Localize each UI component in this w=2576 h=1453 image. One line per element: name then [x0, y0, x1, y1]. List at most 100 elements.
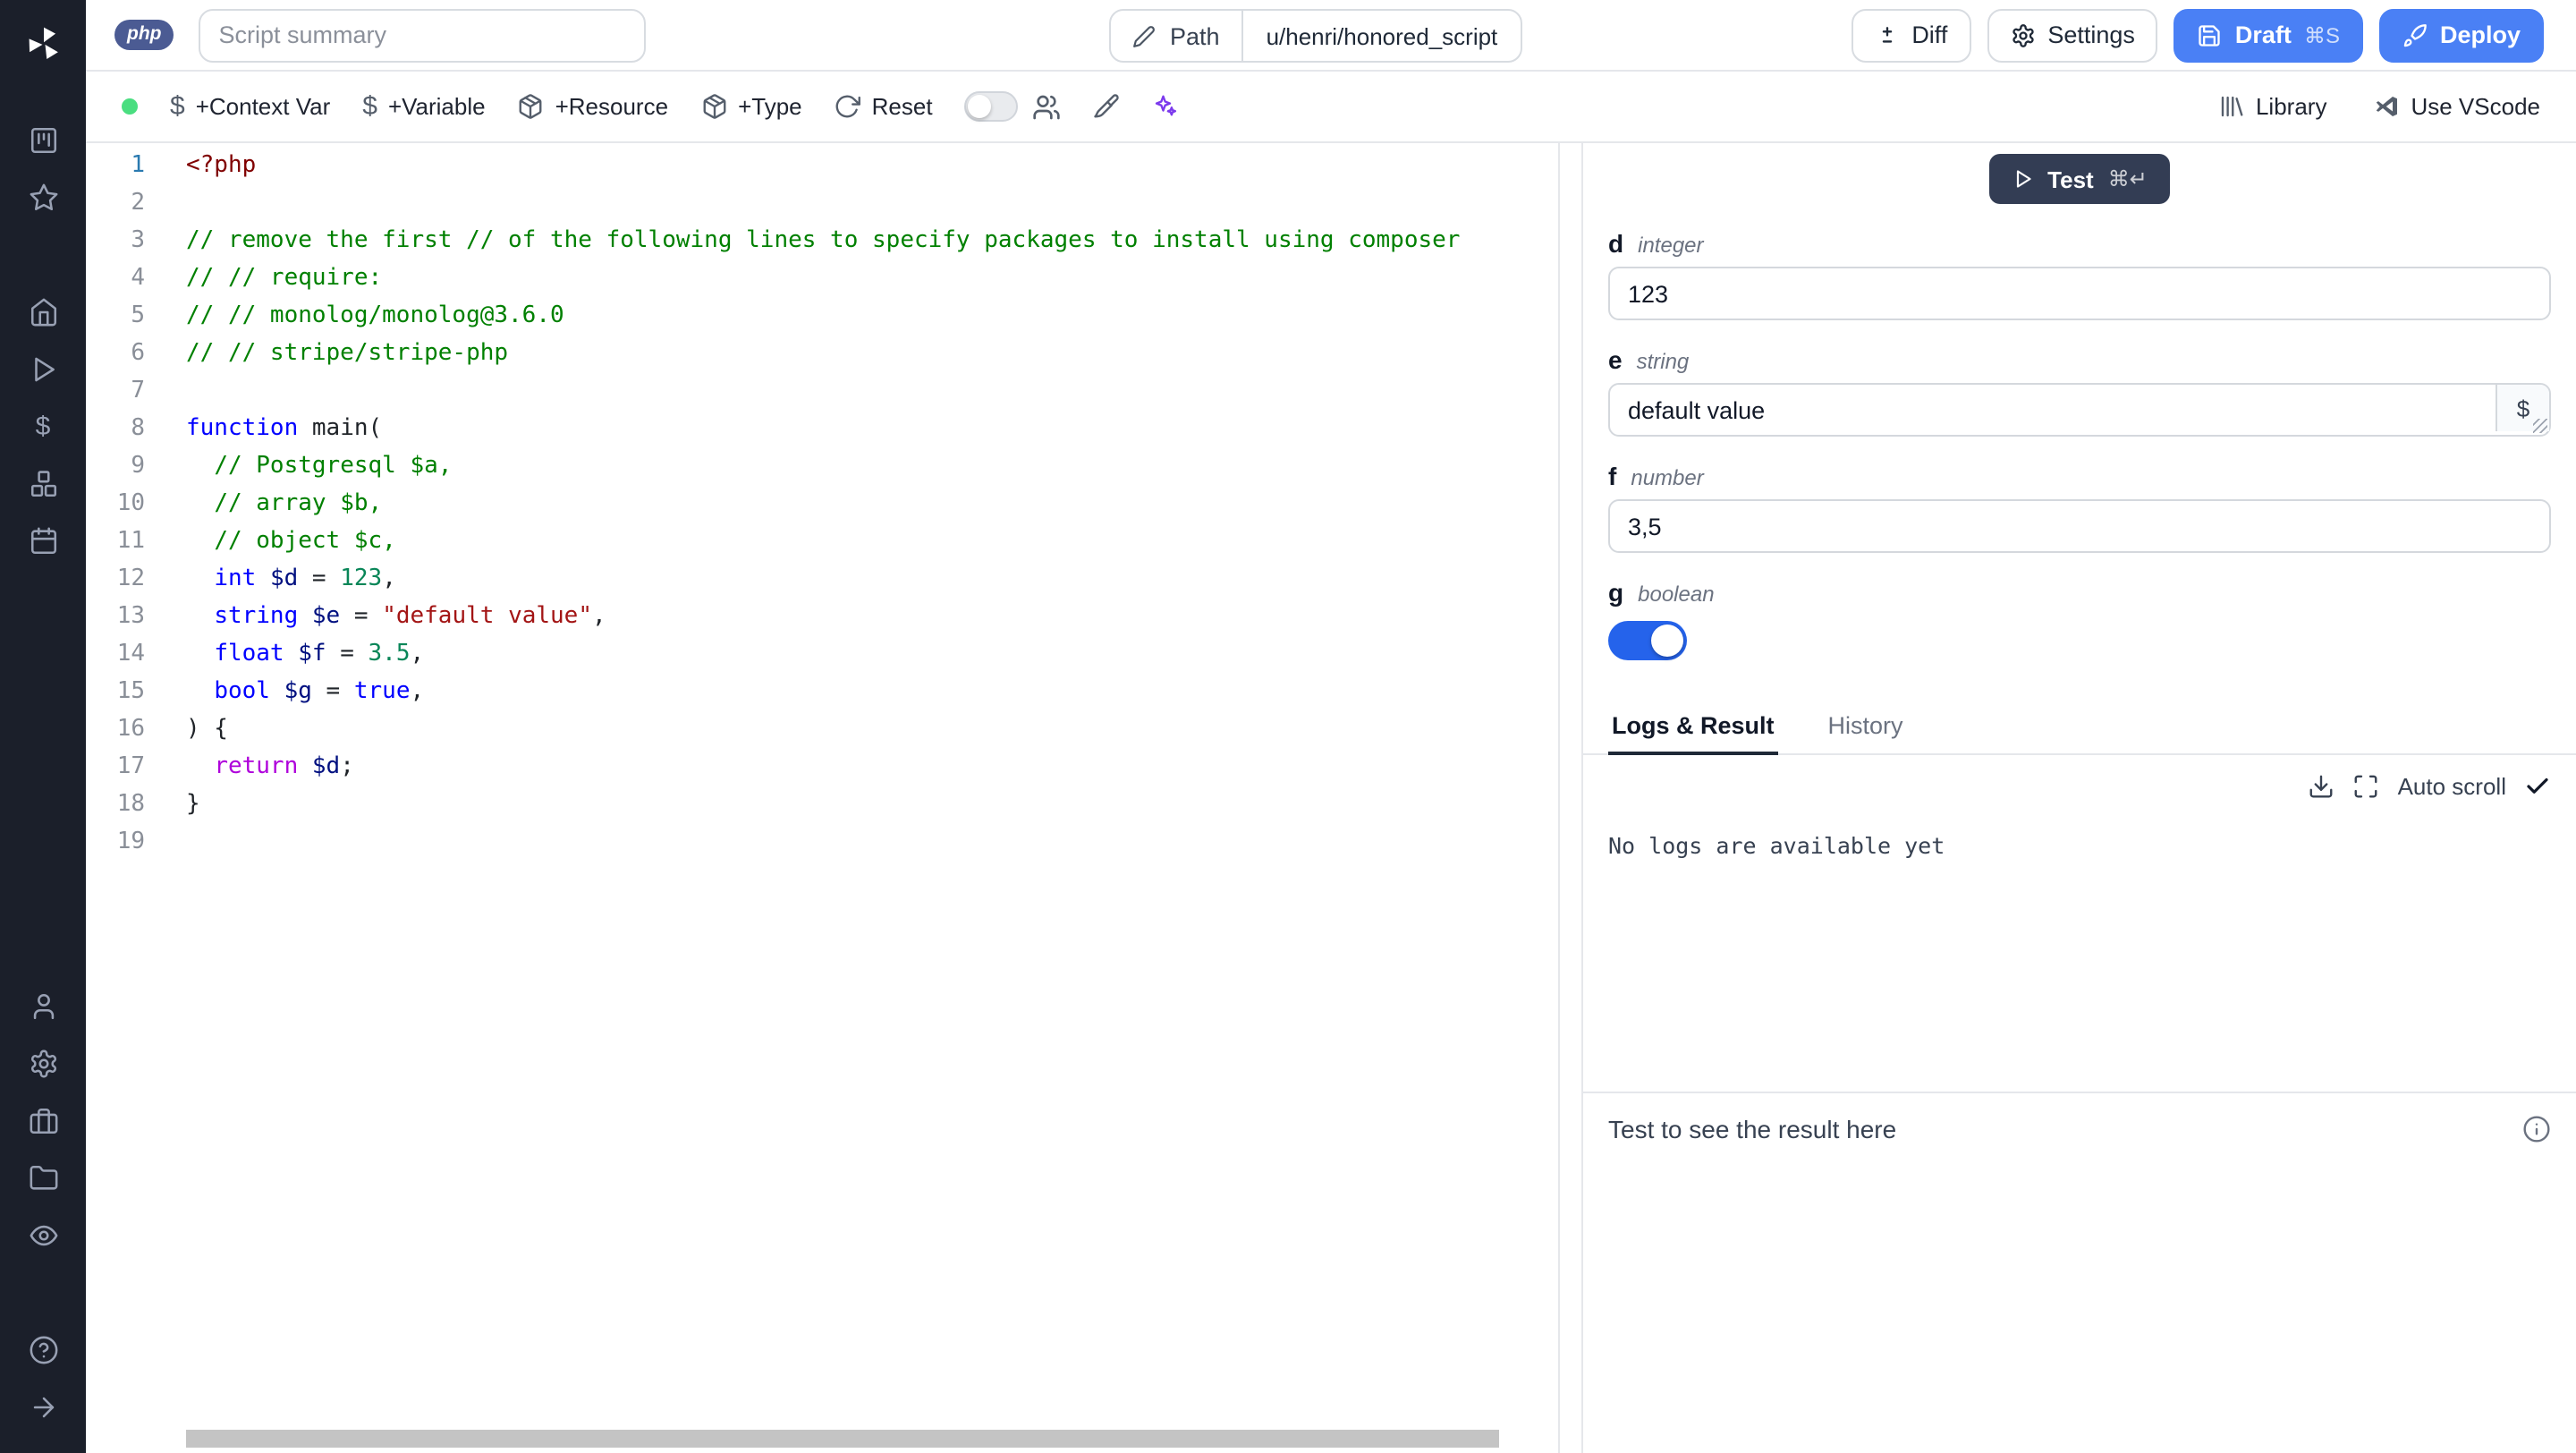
check-icon[interactable] — [2524, 773, 2551, 800]
use-vscode-button[interactable]: Use VScode — [2373, 93, 2540, 120]
ai-assistant-button[interactable] — [1153, 93, 1180, 120]
multiplayer-toggle[interactable] — [964, 91, 1019, 122]
package-icon — [700, 93, 727, 120]
folder-icon — [28, 1162, 58, 1193]
sidebar-item-kanban[interactable] — [13, 111, 73, 168]
field-name: d — [1608, 229, 1624, 258]
logs-toolbar: Auto scroll — [1608, 773, 2551, 800]
draft-button[interactable]: Draft ⌘S — [2174, 8, 2363, 62]
kanban-icon — [28, 124, 58, 155]
download-icon[interactable] — [2309, 773, 2335, 800]
sidebar-item-resources[interactable] — [13, 455, 73, 512]
sidebar-item-home[interactable] — [13, 283, 73, 340]
home-icon — [28, 296, 58, 327]
sidebar-item-schedules[interactable] — [13, 512, 73, 569]
field-d-input[interactable] — [1608, 267, 2551, 320]
sidebar-item-settings[interactable] — [13, 1034, 73, 1092]
sidebar-item-favorites[interactable] — [13, 168, 73, 225]
field-f-input[interactable] — [1608, 499, 2551, 553]
diff-icon — [1874, 22, 1899, 47]
add-resource-label: +Resource — [555, 93, 669, 120]
gear-icon — [28, 1048, 58, 1078]
maximize-icon[interactable] — [2353, 773, 2380, 800]
status-dot — [122, 98, 138, 115]
result-section: Test to see the result here — [1583, 1092, 2576, 1453]
result-tabs: Logs & Result History — [1583, 703, 2576, 755]
library-button[interactable]: Library — [2218, 93, 2327, 120]
toolbar-right: Library Use VScode — [2218, 93, 2540, 120]
pencil-icon — [1132, 24, 1156, 47]
sidebar-item-runs[interactable] — [13, 340, 73, 397]
auto-scroll-label[interactable]: Auto scroll — [2398, 773, 2506, 800]
sidebar-item-workers[interactable] — [13, 1092, 73, 1149]
library-label: Library — [2255, 93, 2327, 120]
deploy-button[interactable]: Deploy — [2378, 8, 2544, 62]
deploy-label: Deploy — [2439, 21, 2521, 48]
star-icon — [28, 182, 58, 212]
horizontal-scrollbar-thumb[interactable] — [186, 1430, 1499, 1448]
panel-resizer[interactable] — [1560, 143, 1581, 1453]
code-editor[interactable]: 1 2 3 4 5 6 7 8 9 10 11 12 13 14 15 16 17 18 19 <?php // r… — [86, 143, 1560, 1453]
tab-logs-result[interactable]: Logs & Result — [1608, 703, 1778, 755]
path-value: u/henri/honored_script — [1241, 11, 1521, 61]
resize-handle[interactable] — [2533, 419, 2547, 433]
add-variable-label: +Variable — [387, 93, 486, 120]
sidebar-item-variables[interactable]: $ — [13, 397, 73, 455]
path-edit: Path — [1111, 11, 1241, 61]
dollar-icon: $ — [170, 91, 185, 122]
field-g-toggle[interactable] — [1608, 621, 1687, 660]
line-numbers: 1 2 3 4 5 6 7 8 9 10 11 12 13 14 15 16 17 18 19 — [116, 152, 145, 855]
toggle-knob — [1651, 625, 1683, 657]
field-name: g — [1608, 578, 1624, 607]
field-name: f — [1608, 462, 1617, 490]
format-code-button[interactable] — [1094, 93, 1121, 120]
sidebar-expand-button[interactable] — [13, 1378, 73, 1435]
editor-toolbar: $ +Context Var $ +Variable +Resource +Ty… — [86, 72, 2576, 143]
field-e-input[interactable] — [1608, 383, 2551, 437]
field-f: f number — [1608, 437, 2551, 553]
play-icon — [2012, 168, 2033, 190]
field-type: number — [1631, 465, 1704, 490]
run-panel: Test ⌘↵ d integer e string — [1581, 143, 2576, 1453]
add-type-label: +Type — [738, 93, 802, 120]
settings-label: Settings — [2047, 21, 2135, 48]
settings-button[interactable]: Settings — [1987, 8, 2158, 62]
diff-button[interactable]: Diff — [1851, 8, 1971, 62]
rocket-icon — [2402, 22, 2428, 47]
dollar-icon: $ — [35, 411, 51, 441]
sidebar-item-help[interactable] — [13, 1321, 73, 1378]
sidebar-item-users[interactable] — [13, 977, 73, 1034]
play-icon — [28, 353, 58, 384]
field-d: d integer — [1608, 204, 2551, 320]
field-g: g boolean — [1608, 553, 2551, 660]
language-badge: php — [114, 20, 174, 50]
refresh-icon — [835, 93, 861, 120]
field-name: e — [1608, 345, 1623, 374]
sidebar-item-folders[interactable] — [13, 1149, 73, 1206]
diff-label: Diff — [1911, 21, 1948, 48]
script-summary-input[interactable] — [199, 8, 647, 62]
field-e-wrap: $ — [1608, 383, 2551, 437]
test-shortcut: ⌘↵ — [2107, 166, 2148, 191]
toggle-knob — [968, 95, 992, 118]
package-icon — [518, 93, 545, 120]
info-icon[interactable] — [2522, 1115, 2551, 1143]
add-type-button[interactable]: +Type — [700, 93, 802, 120]
add-resource-button[interactable]: +Resource — [518, 93, 668, 120]
path-control[interactable]: Path u/henri/honored_script — [1109, 9, 1523, 63]
reset-button[interactable]: Reset — [835, 93, 933, 120]
windmill-logo[interactable] — [13, 14, 73, 72]
header-actions: Diff Settings Draft ⌘S Deploy — [1851, 8, 2544, 62]
add-context-var-button[interactable]: $ +Context Var — [170, 93, 330, 120]
brush-icon — [1094, 93, 1121, 120]
draft-shortcut: ⌘S — [2303, 22, 2340, 47]
test-button[interactable]: Test ⌘↵ — [1988, 154, 2171, 204]
add-variable-button[interactable]: $ +Variable — [362, 93, 485, 120]
sidebar-item-audit[interactable] — [13, 1206, 73, 1263]
field-e: e string $ — [1608, 320, 2551, 437]
toolbox-icon — [28, 1105, 58, 1135]
tab-history[interactable]: History — [1825, 703, 1907, 755]
test-label: Test — [2047, 166, 2094, 192]
sparkles-icon — [1153, 93, 1180, 120]
code-lines: <?php // remove the first // of the foll… — [186, 152, 1461, 818]
